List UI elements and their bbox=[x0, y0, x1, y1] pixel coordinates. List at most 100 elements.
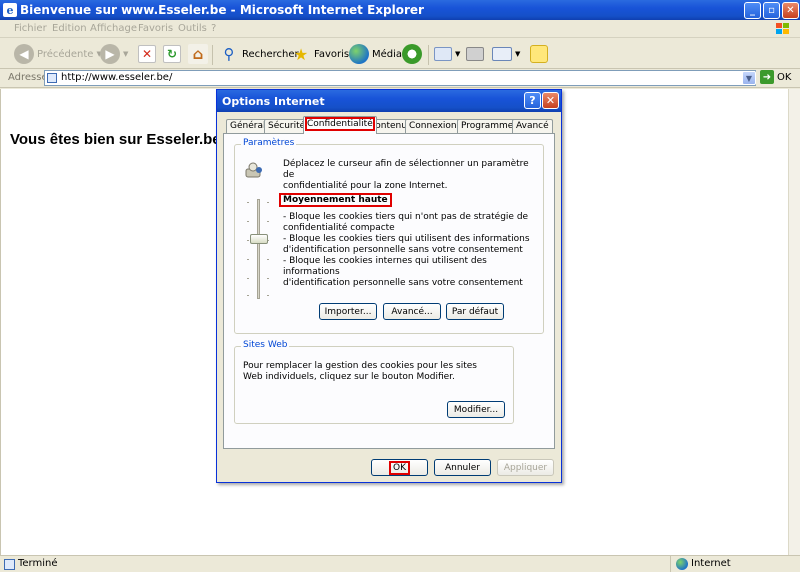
chevron-down-icon: ▼ bbox=[123, 50, 129, 58]
button-label: Avancé... bbox=[391, 306, 433, 317]
menu-help[interactable]: ? bbox=[211, 23, 216, 34]
tab-avance[interactable]: Avancé bbox=[512, 119, 553, 133]
menu-affichage[interactable]: Affichage bbox=[90, 23, 137, 34]
tab-general[interactable]: Général bbox=[226, 119, 270, 133]
forward-button[interactable]: ▶ ▼ bbox=[100, 42, 128, 66]
address-label: Adresse bbox=[8, 72, 48, 83]
slider-tick bbox=[267, 278, 269, 279]
ok-button[interactable]: OK bbox=[371, 459, 428, 476]
refresh-icon: ↻ bbox=[163, 45, 181, 63]
privacy-slider-track[interactable] bbox=[257, 199, 260, 299]
windows-logo-icon bbox=[776, 23, 789, 34]
default-button[interactable]: Par défaut bbox=[446, 303, 504, 320]
favorites-button[interactable]: ★ Favoris bbox=[291, 42, 349, 66]
help-button[interactable]: ? bbox=[524, 92, 541, 109]
button-label: Importer... bbox=[324, 306, 372, 317]
page-icon bbox=[47, 73, 57, 83]
button-label: Modifier... bbox=[453, 404, 499, 415]
go-arrow-icon: ➜ bbox=[760, 70, 774, 84]
menu-outils[interactable]: Outils bbox=[178, 23, 207, 34]
mail-icon bbox=[434, 47, 452, 61]
description-line: Web individuels, cliquez sur le bouton M… bbox=[243, 372, 455, 382]
home-button[interactable]: ⌂ bbox=[188, 42, 208, 66]
printer-icon bbox=[466, 47, 484, 61]
privacy-level-title: Moyennement haute bbox=[279, 193, 392, 207]
privacy-icon bbox=[245, 162, 262, 178]
minimize-button[interactable]: _ bbox=[744, 2, 761, 19]
address-url: http://www.esseler.be/ bbox=[61, 72, 173, 83]
apply-button[interactable]: Appliquer bbox=[497, 459, 554, 476]
address-input[interactable]: http://www.esseler.be/ bbox=[44, 70, 756, 86]
slider-tick bbox=[267, 202, 269, 203]
star-icon: ★ bbox=[293, 44, 309, 64]
slider-tick bbox=[267, 221, 269, 222]
history-button[interactable] bbox=[402, 42, 422, 66]
back-label: Précédente bbox=[37, 48, 94, 60]
chevron-down-icon: ▼ bbox=[455, 50, 461, 58]
tab-label: Programmes bbox=[461, 121, 518, 131]
privacy-tab-panel: Paramètres Déplacez le curseur afin de s… bbox=[223, 133, 555, 449]
menu-bar: Fichier Edition Affichage Favoris Outils… bbox=[0, 20, 800, 38]
messenger-button[interactable] bbox=[530, 42, 548, 66]
level-line: confidentialité compacte bbox=[283, 223, 395, 233]
history-icon bbox=[402, 44, 422, 64]
button-label: OK bbox=[389, 460, 410, 475]
tab-label: Confidentialité bbox=[305, 117, 375, 131]
tab-label: Avancé bbox=[516, 121, 549, 131]
stop-button[interactable]: ✕ bbox=[138, 42, 156, 66]
slider-tick bbox=[247, 259, 249, 260]
settings-legend: Paramètres bbox=[241, 138, 297, 148]
tab-confidentialite[interactable]: Confidentialité bbox=[303, 116, 377, 134]
edit-sites-button[interactable]: Modifier... bbox=[447, 401, 505, 418]
description-line: confidentialité pour la zone Internet. bbox=[283, 181, 448, 191]
maximize-button[interactable]: ▫ bbox=[763, 2, 780, 19]
print-button[interactable] bbox=[466, 42, 484, 66]
chevron-down-icon: ▼ bbox=[745, 73, 753, 83]
address-dropdown-button[interactable]: ▼ bbox=[742, 71, 756, 85]
vertical-scrollbar[interactable] bbox=[788, 89, 800, 555]
close-button[interactable]: ✕ bbox=[782, 2, 799, 19]
slider-tick bbox=[267, 295, 269, 296]
dialog-title: Options Internet bbox=[222, 95, 325, 108]
stop-icon: ✕ bbox=[138, 45, 156, 63]
tab-label: Connexions bbox=[409, 121, 462, 131]
import-button[interactable]: Importer... bbox=[319, 303, 377, 320]
media-button[interactable]: Média bbox=[349, 42, 402, 66]
level-line: - Bloque les cookies internes qui utilis… bbox=[283, 256, 487, 277]
edit-button[interactable]: ▼ bbox=[492, 42, 520, 66]
slider-tick bbox=[247, 278, 249, 279]
window-title: Bienvenue sur www.Esseler.be - Microsoft… bbox=[20, 3, 424, 17]
toolbar: ◀ Précédente ▼ ▶ ▼ ✕ ↻ ⌂ ⚲ Rechercher ★ … bbox=[0, 39, 800, 69]
slider-tick bbox=[247, 240, 249, 241]
privacy-slider-thumb[interactable] bbox=[250, 234, 268, 244]
internet-explorer-icon: e bbox=[3, 3, 17, 17]
address-bar: Adresse http://www.esseler.be/ ▼ ➜ OK bbox=[0, 69, 800, 88]
cancel-button[interactable]: Annuler bbox=[434, 459, 491, 476]
slider-tick bbox=[247, 295, 249, 296]
mail-button[interactable]: ▼ bbox=[434, 42, 460, 66]
refresh-button[interactable]: ↻ bbox=[163, 42, 181, 66]
toolbar-separator bbox=[212, 45, 213, 65]
search-button[interactable]: ⚲ Rechercher bbox=[219, 42, 299, 66]
edit-page-icon bbox=[492, 47, 512, 61]
toolbar-separator bbox=[428, 45, 429, 65]
search-icon: ⚲ bbox=[223, 45, 235, 63]
chevron-down-icon: ▼ bbox=[515, 50, 521, 58]
home-icon: ⌂ bbox=[188, 44, 208, 64]
slider-tick bbox=[247, 202, 249, 203]
menu-favoris[interactable]: Favoris bbox=[138, 23, 173, 34]
globe-icon bbox=[676, 558, 688, 570]
window-title-bar: e Bienvenue sur www.Esseler.be - Microso… bbox=[0, 0, 800, 20]
note-icon bbox=[530, 45, 548, 63]
menu-fichier[interactable]: Fichier bbox=[14, 23, 47, 34]
level-line: - Bloque les cookies tiers qui utilisent… bbox=[283, 234, 530, 244]
status-bar: Terminé Internet bbox=[0, 555, 800, 572]
dialog-close-button[interactable]: ✕ bbox=[542, 92, 559, 109]
go-button[interactable]: ➜ OK bbox=[760, 70, 791, 84]
advanced-button[interactable]: Avancé... bbox=[383, 303, 441, 320]
security-zone: Internet bbox=[670, 556, 800, 572]
button-label: Par défaut bbox=[451, 306, 499, 317]
media-label: Média bbox=[372, 48, 403, 60]
back-button[interactable]: ◀ Précédente ▼ bbox=[14, 42, 102, 66]
menu-edition[interactable]: Edition bbox=[52, 23, 87, 34]
